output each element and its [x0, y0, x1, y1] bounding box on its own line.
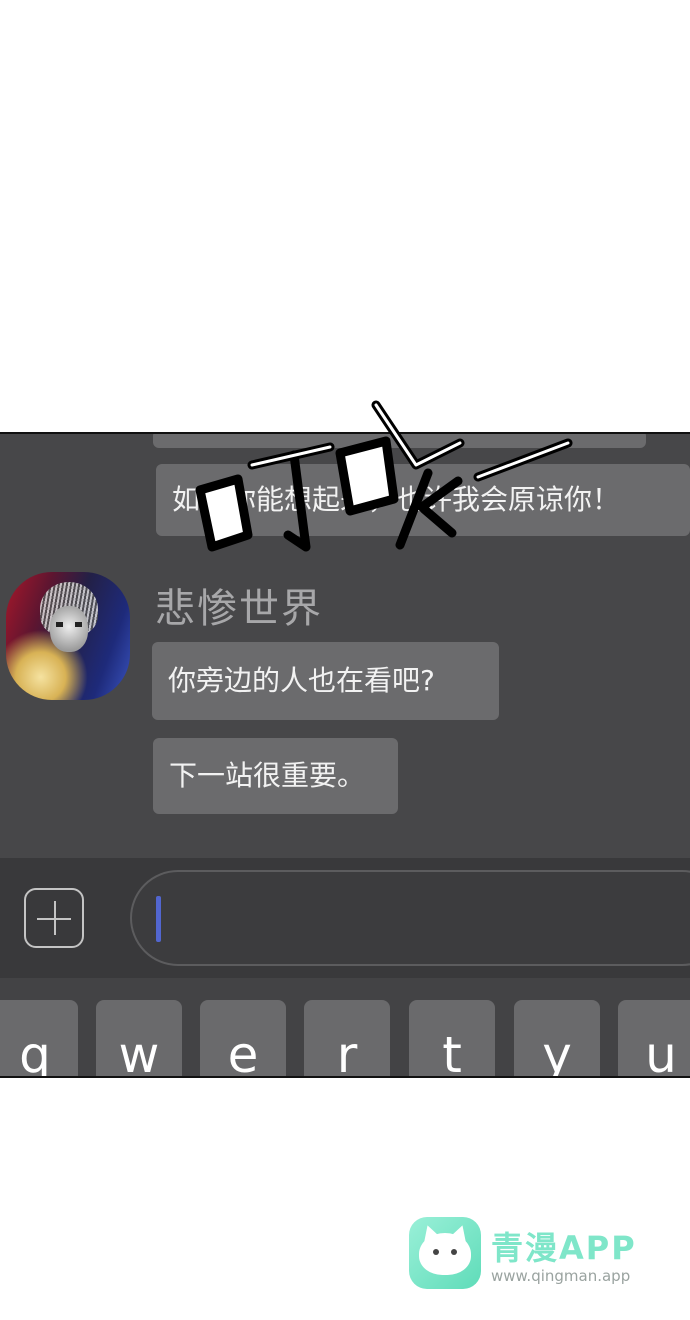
message-bubble: 下一站很重要。: [153, 738, 398, 814]
key-r[interactable]: r: [304, 1000, 390, 1076]
cat-logo-icon: [409, 1217, 481, 1289]
message-bubble: 你旁边的人也在看吧?: [152, 642, 499, 720]
add-attachment-button[interactable]: [24, 888, 84, 948]
watermark: 青漫APP www.qingman.app: [409, 1217, 669, 1297]
watermark-url: www.qingman.app: [491, 1267, 631, 1285]
watermark-title: 青漫APP: [491, 1229, 637, 1267]
message-input-bar: [0, 858, 690, 978]
key-y[interactable]: y: [514, 1000, 600, 1076]
key-u[interactable]: u: [618, 1000, 690, 1076]
sender-avatar[interactable]: [6, 572, 130, 700]
key-e[interactable]: e: [200, 1000, 286, 1076]
key-w[interactable]: w: [96, 1000, 182, 1076]
sound-effect-lettering: [195, 400, 573, 552]
message-input-field[interactable]: [130, 870, 690, 966]
message-text: 你旁边的人也在看吧?: [168, 664, 435, 697]
on-screen-keyboard: q w e r t y u: [0, 978, 690, 1076]
key-q[interactable]: q: [0, 1000, 78, 1076]
text-cursor: [156, 896, 161, 942]
message-text: 下一站很重要。: [169, 759, 366, 792]
sender-name: 悲惨世界: [155, 586, 323, 632]
key-t[interactable]: t: [409, 1000, 495, 1076]
